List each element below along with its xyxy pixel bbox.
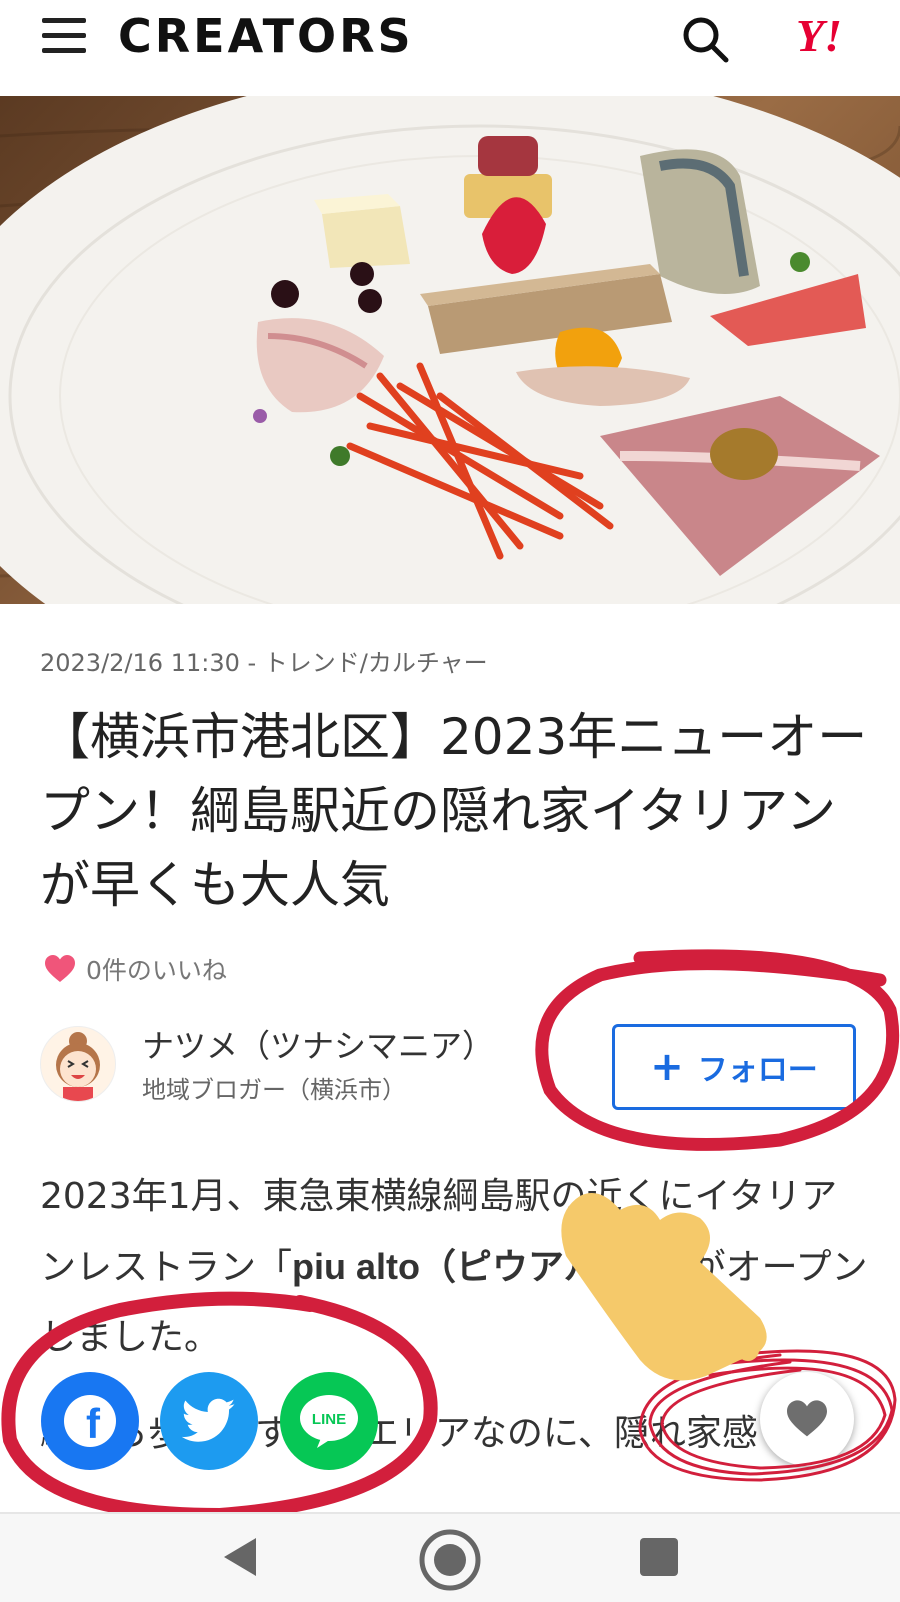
heart-icon	[787, 1400, 827, 1437]
article-title: 【横浜市港北区】2023年ニューオープン！綱島駅近の隠れ家イタリアンが早くも大人…	[40, 708, 868, 914]
back-icon[interactable]	[220, 1534, 260, 1580]
facebook-icon: f	[64, 1395, 116, 1447]
facebook-share-button[interactable]: f	[41, 1372, 139, 1470]
search-icon[interactable]	[680, 14, 732, 66]
likes-label: 0件のいいね	[86, 956, 227, 985]
line-icon: LINE	[300, 1395, 358, 1448]
article-meta: 2023/2/16 11:30 - トレンド/カルチャー	[40, 649, 488, 677]
system-nav-bar	[0, 1512, 900, 1602]
svg-text:LINE: LINE	[312, 1411, 346, 1428]
line-share-button[interactable]: LINE	[280, 1372, 378, 1470]
author-name[interactable]: ナツメ（ツナシマニア）	[142, 1026, 494, 1066]
brand-logo[interactable]: CREATORS	[118, 6, 414, 66]
twitter-bird-icon	[182, 1398, 236, 1442]
app-header: CREATORS Y!	[0, 0, 900, 96]
follow-button[interactable]: + フォロー	[612, 1024, 856, 1110]
author-role: 地域ブロガー（横浜市）	[142, 1076, 406, 1104]
twitter-share-button[interactable]	[160, 1372, 258, 1470]
recents-icon[interactable]	[640, 1538, 678, 1576]
svg-text:f: f	[86, 1400, 101, 1447]
heart-icon	[45, 955, 75, 982]
likes-count: 0件のいいね	[44, 952, 227, 986]
hamburger-icon[interactable]	[42, 18, 86, 54]
body-paragraph-1: 2023年1月、東急東横線綱島駅の近くにイタリアンレストラン「piu alto（…	[40, 1176, 868, 1358]
home-icon[interactable]	[418, 1528, 482, 1592]
author-avatar[interactable]	[40, 1026, 116, 1102]
yahoo-logo[interactable]: Y!	[796, 8, 842, 64]
like-button[interactable]	[760, 1372, 854, 1466]
follow-label: フォロー	[697, 1053, 818, 1088]
restaurant-name: piu alto（ピウアルト）	[292, 1246, 654, 1287]
hero-image	[0, 96, 900, 604]
plus-icon: +	[650, 1044, 684, 1090]
